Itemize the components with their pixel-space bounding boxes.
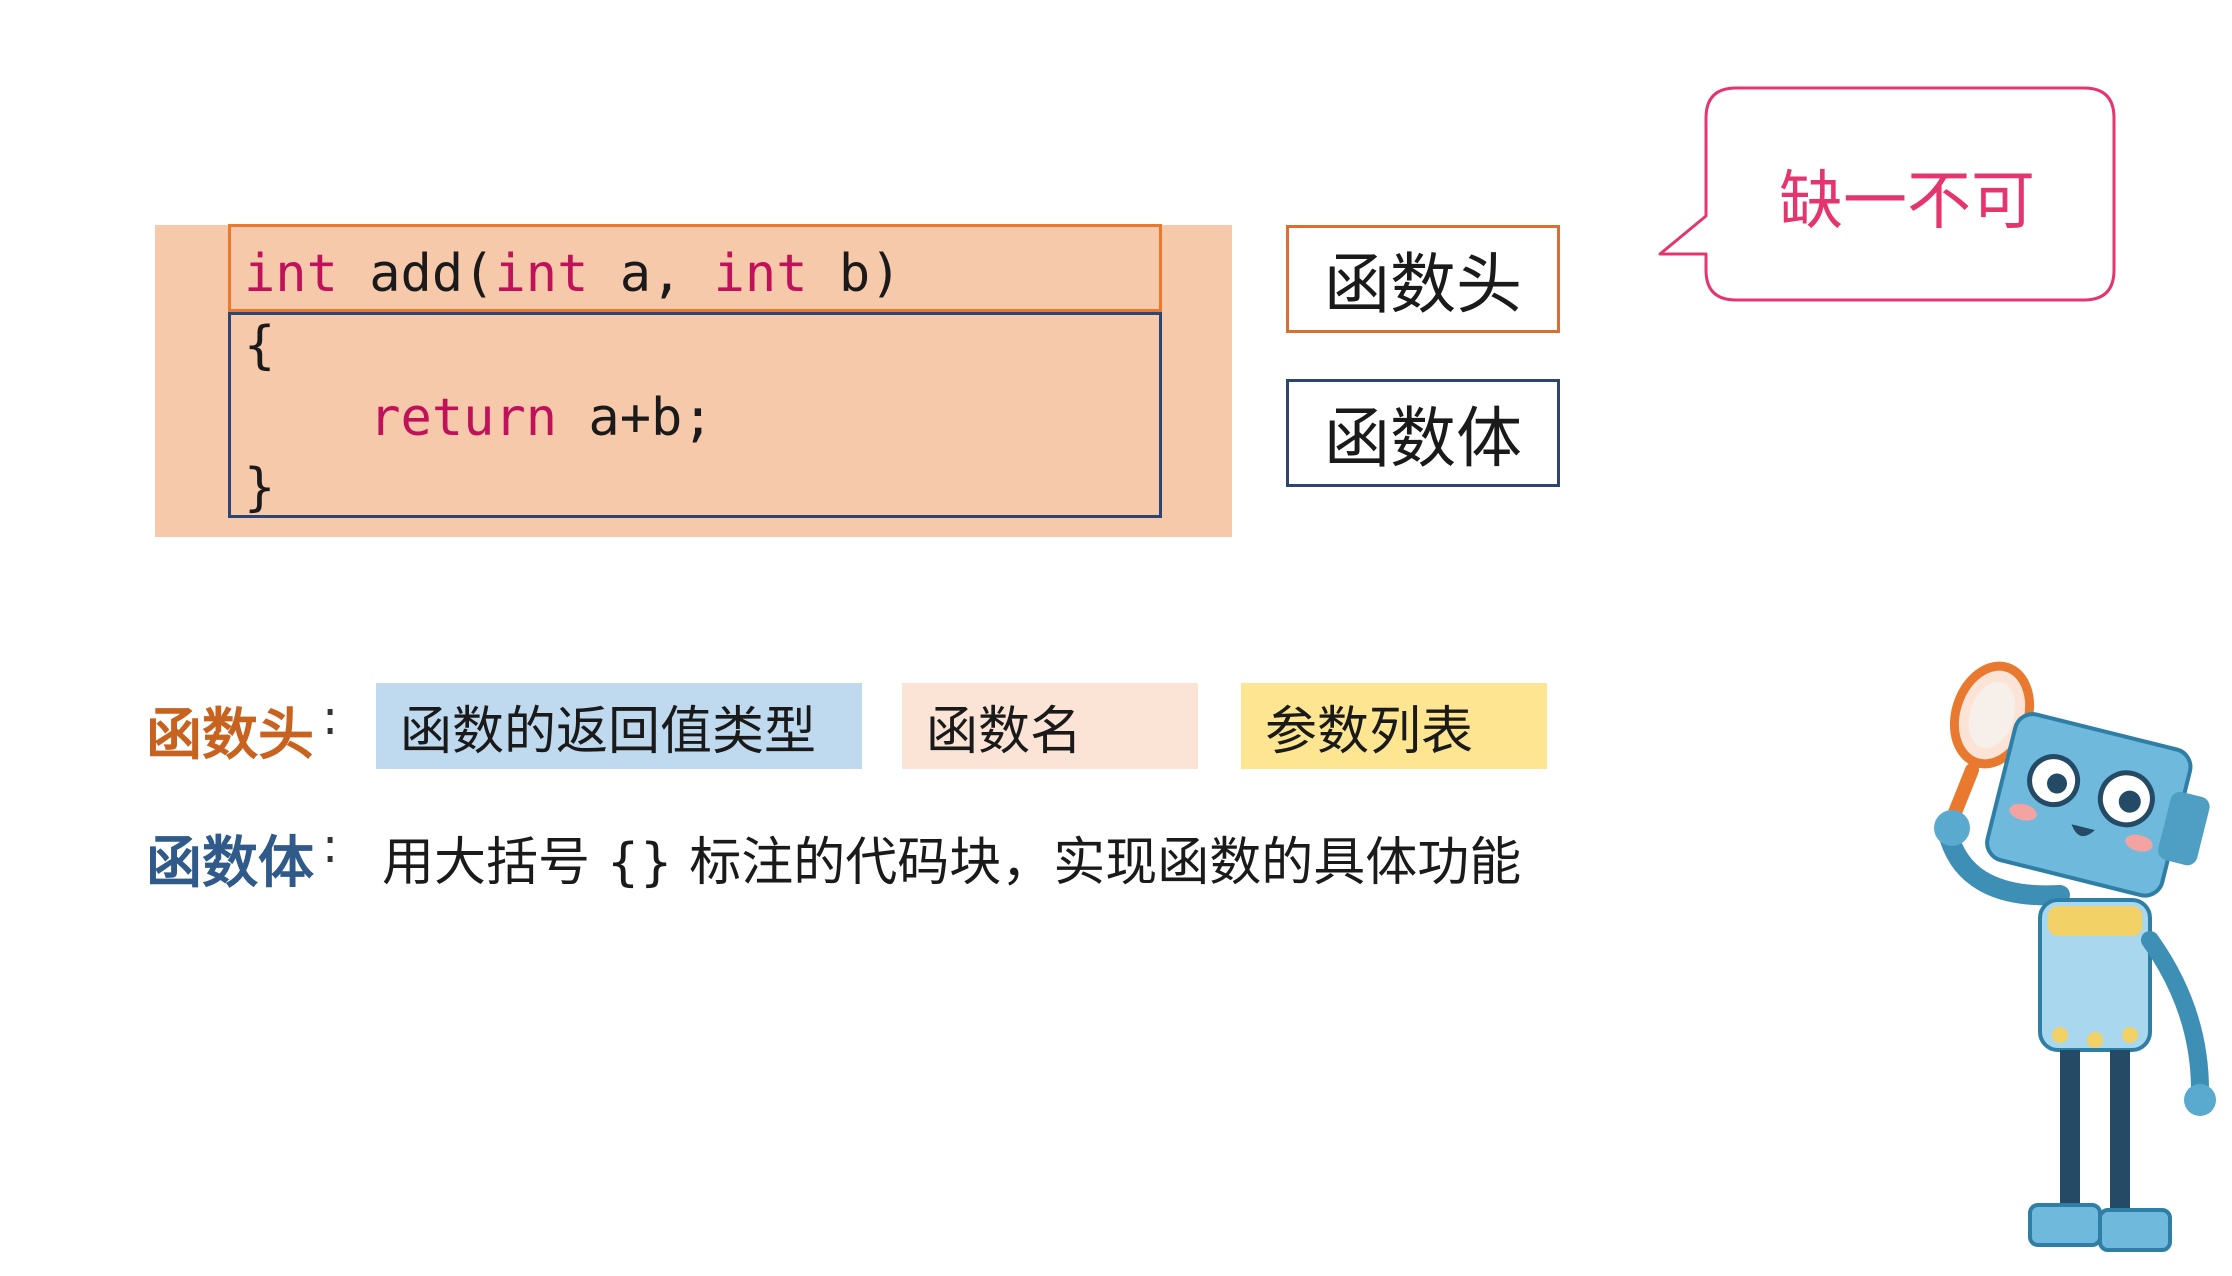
code-line-signature: int add(int a, int b) <box>244 248 901 300</box>
label-function-head: 函数头 <box>1286 225 1560 333</box>
body-description: 用大括号 {} 标注的代码块，实现函数的具体功能 <box>382 833 1522 893</box>
label-function-body: 函数体 <box>1286 379 1560 487</box>
chip-return-type: 函数的返回值类型 <box>376 683 862 769</box>
robot-with-magnifying-glass-icon <box>1934 661 2216 1252</box>
chip-parameter-list: 参数列表 <box>1241 683 1547 769</box>
code-text: a, <box>588 244 714 304</box>
chip-function-name: 函数名 <box>902 683 1198 769</box>
keyword-int: int <box>244 244 338 304</box>
head-colon: : <box>322 690 339 746</box>
code-line-close-brace: } <box>244 458 276 518</box>
code-text: b) <box>807 244 902 304</box>
keyword-int: int <box>494 244 589 304</box>
keyword-int: int <box>713 244 808 304</box>
body-colon: : <box>322 818 339 874</box>
keyword-return: return <box>369 388 558 448</box>
body-title: 函数体 <box>146 831 314 896</box>
bubble-text: 缺一不可 <box>1779 165 2035 239</box>
code-text: a+b; <box>557 388 714 448</box>
code-text: add( <box>337 244 495 304</box>
code-line-return: return a+b; <box>244 392 713 444</box>
head-title: 函数头 <box>146 703 314 768</box>
code-line-open-brace: { <box>244 316 276 376</box>
